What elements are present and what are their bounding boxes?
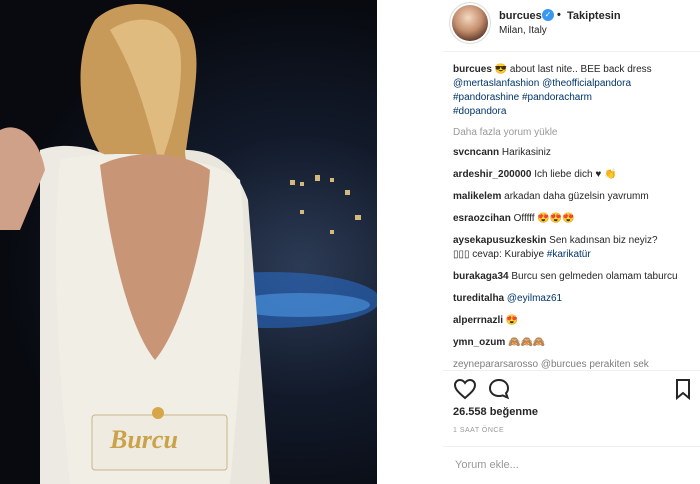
- comment-username[interactable]: ardeshir_200000: [453, 169, 531, 180]
- caption: burcues 😎 about last nite.. BEE back dre…: [453, 63, 693, 119]
- heart-eyes-emoji-icon: 😍😍😍: [537, 213, 575, 224]
- load-more-comments-button[interactable]: Daha fazla yorum yükle: [453, 127, 693, 138]
- like-heart-icon[interactable]: [453, 377, 477, 401]
- following-button[interactable]: Takiptesin: [567, 10, 621, 22]
- comment-username[interactable]: aysekapusuzkeskin: [453, 235, 546, 246]
- avatar[interactable]: [452, 5, 488, 41]
- post-photo[interactable]: Burcu: [0, 0, 377, 484]
- placeholder-glyphs-icon: ▯▯▯: [453, 249, 470, 260]
- comment-text: Harikasiniz: [501, 147, 551, 158]
- comment: svcncann Harikasiniz: [453, 146, 693, 160]
- heart-eyes-emoji-icon: 😍: [505, 315, 519, 326]
- comment-username[interactable]: malikelem: [453, 191, 501, 202]
- caption-tag[interactable]: #pandorashine: [453, 92, 519, 103]
- comment-text: Ich liebe dich ♥: [534, 169, 602, 180]
- caption-username[interactable]: burcues: [453, 64, 492, 75]
- comment: esraozcihan Offfff 😍😍😍: [453, 212, 693, 226]
- comment-text: arkadan daha güzelsin yavrumm: [504, 191, 649, 202]
- comment-username[interactable]: ymn_ozum: [453, 337, 505, 348]
- comment: alperrnazli 😍: [453, 314, 693, 328]
- comment-username[interactable]: esraozcihan: [453, 213, 511, 224]
- comment-tag[interactable]: #karikatür: [547, 249, 591, 260]
- see-no-evil-emoji-icon: 🙈🙈🙈: [508, 337, 546, 348]
- comment-tag[interactable]: @eyilmaz61: [507, 293, 562, 304]
- header-separator: •: [557, 9, 561, 21]
- caption-tag[interactable]: @mertaslanfashion: [453, 78, 539, 89]
- post-timestamp[interactable]: 1 SAAT ÖNCE: [453, 427, 504, 434]
- comment-input[interactable]: [455, 459, 675, 471]
- instagram-post: Burcu burcues ✓ • Takiptesin Milan, Ital…: [0, 0, 700, 484]
- sunglasses-emoji-icon: 😎: [494, 64, 508, 75]
- post-header: burcues ✓ • Takiptesin Milan, Italy: [443, 0, 700, 52]
- caption-tag[interactable]: #pandoracharm: [522, 92, 592, 103]
- comment-text: Offfff: [513, 213, 535, 224]
- comment-username[interactable]: tureditalha: [453, 293, 504, 304]
- caption-text: about last nite.. BEE back dress: [509, 64, 652, 75]
- comments-list[interactable]: burcues 😎 about last nite.. BEE back dre…: [453, 63, 693, 369]
- comment-text-line2: cevap: Kurabiye: [472, 249, 545, 260]
- location-link[interactable]: Milan, Italy: [499, 25, 547, 36]
- likes-count[interactable]: 26.558 beğenme: [453, 406, 538, 418]
- caption-tag[interactable]: #dopandora: [453, 106, 506, 117]
- photo-art: [0, 3, 377, 484]
- comment-partial: zeynepararsarosso @burcues perakiten sek: [453, 359, 649, 369]
- comment-text: Burcu sen gelmeden olamam taburcu: [511, 271, 678, 282]
- bookmark-icon[interactable]: [671, 377, 695, 401]
- verified-badge-icon: ✓: [542, 9, 554, 21]
- comment: burakaga34 Burcu sen gelmeden olamam tab…: [453, 270, 693, 284]
- author-username[interactable]: burcues: [499, 10, 542, 22]
- comment: ardeshir_200000 Ich liebe dich ♥ 👏: [453, 168, 693, 182]
- comment-username[interactable]: svcncann: [453, 147, 499, 158]
- comment-username[interactable]: burakaga34: [453, 271, 509, 282]
- comment-bubble-icon[interactable]: [487, 377, 511, 401]
- comment: aysekapusuzkeskin Sen kadınsan biz neyiz…: [453, 234, 693, 262]
- comment: malikelem arkadan daha güzelsin yavrumm: [453, 190, 693, 204]
- comment: ymn_ozum 🙈🙈🙈: [453, 336, 693, 350]
- comment: tureditalha @eyilmaz61: [453, 292, 693, 306]
- comment-username[interactable]: alperrnazli: [453, 315, 503, 326]
- comment-text: Sen kadınsan biz neyiz?: [549, 235, 658, 246]
- post-side-panel: burcues ✓ • Takiptesin Milan, Italy burc…: [443, 0, 700, 484]
- clap-emoji-icon: 👏: [604, 169, 617, 180]
- caption-tag[interactable]: @theofficialpandora: [542, 78, 631, 89]
- add-comment-bar: [443, 446, 700, 484]
- clutch-lettering: Burcu: [110, 425, 178, 454]
